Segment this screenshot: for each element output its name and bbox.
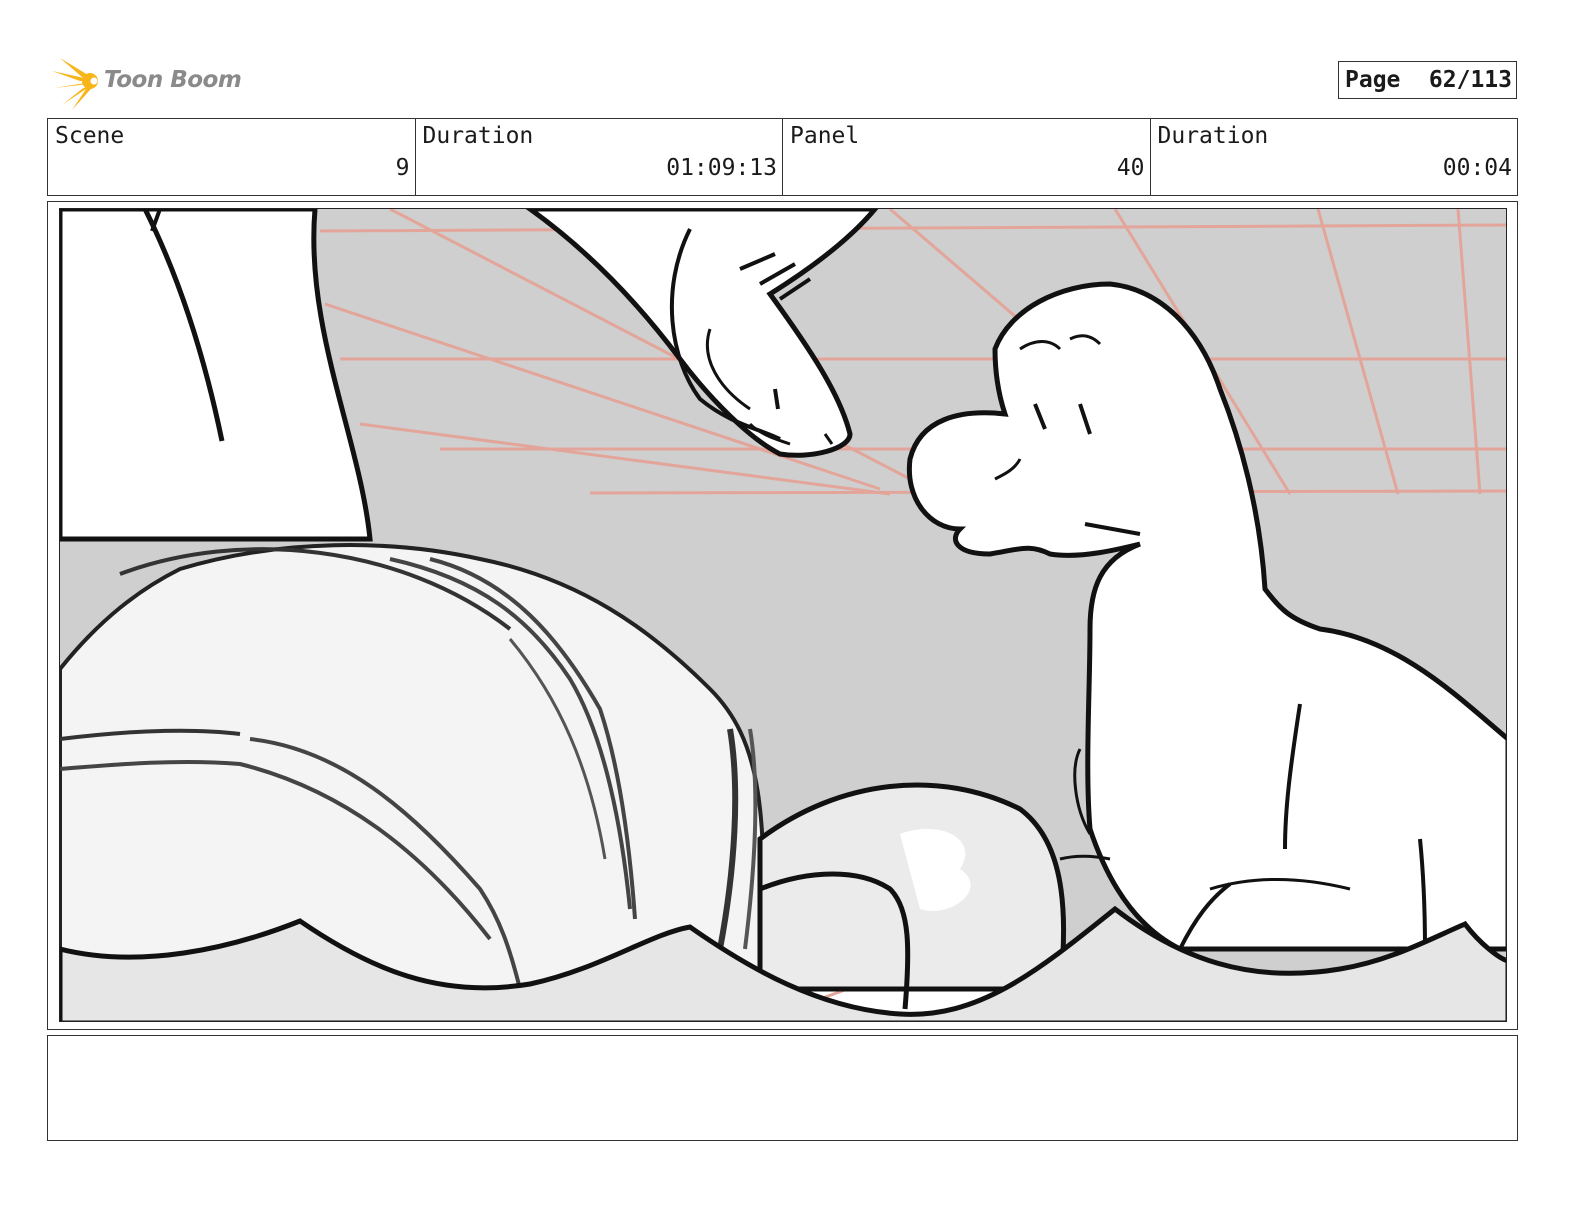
scene-duration-label: Duration — [422, 123, 534, 149]
panel-duration-value: 00:04 — [1442, 155, 1512, 181]
panel-info-row: Scene 9 Duration 01:09:13 Panel 40 Durat… — [47, 118, 1518, 196]
scene-value: 9 — [395, 155, 410, 181]
page-number: 62/113 — [1428, 67, 1512, 93]
page-indicator: Page 62/113 — [1338, 61, 1517, 99]
scene-duration-cell: Duration 01:09:13 — [416, 119, 783, 195]
toon-boom-logo: Toon Boom — [50, 55, 250, 111]
scene-label: Scene — [55, 123, 125, 149]
page-label: Page — [1345, 67, 1401, 93]
starburst-icon — [52, 58, 98, 110]
panel-notes-box — [47, 1035, 1518, 1141]
panel-value: 40 — [1116, 155, 1145, 181]
panel-cell: Panel 40 — [783, 119, 1151, 195]
panel-duration-label: Duration — [1157, 123, 1269, 149]
storyboard-panel-drawing — [59, 208, 1507, 1022]
scene-cell: Scene 9 — [48, 119, 416, 195]
panel-label: Panel — [790, 123, 860, 149]
panel-duration-cell: Duration 00:04 — [1151, 119, 1518, 195]
scene-duration-value: 01:09:13 — [666, 155, 777, 181]
logo-text: Toon Boom — [104, 67, 242, 93]
middle-mound — [757, 782, 1067, 992]
sketch-illustration — [60, 209, 1506, 1021]
